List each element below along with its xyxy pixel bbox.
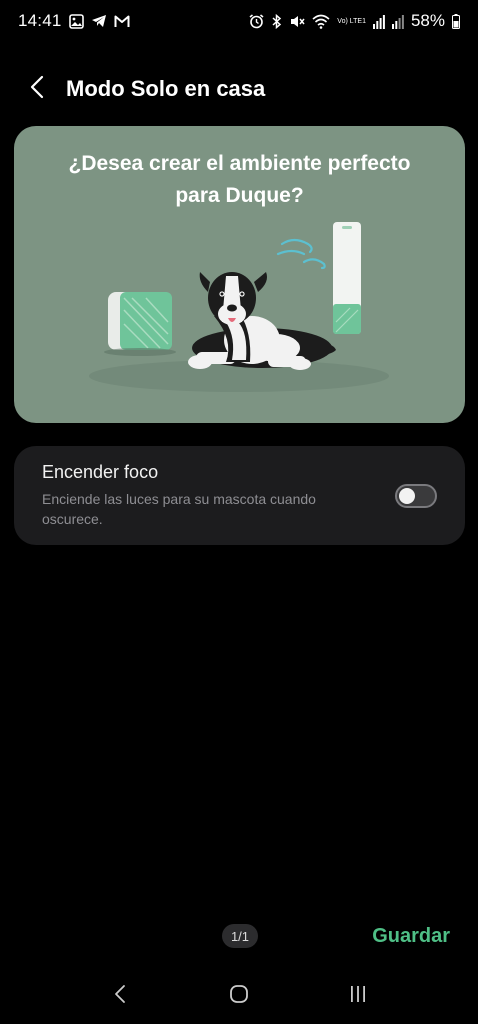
setting-title: Encender foco (42, 462, 159, 482)
signal-icon (372, 14, 385, 29)
hero-card: ¿Desea crear el ambiente perfecto para D… (14, 126, 465, 423)
telegram-icon (91, 14, 107, 28)
airflow-icon (276, 238, 326, 270)
save-button[interactable]: Guardar (372, 920, 450, 952)
status-bar: 14:41 Vo) LTE1 58% (0, 0, 478, 42)
gmail-icon (114, 15, 130, 28)
system-nav-bar (0, 968, 478, 1024)
alarm-icon (249, 13, 264, 29)
setting-card-light[interactable]: Encender foco Enciende las luces para su… (14, 446, 465, 545)
battery-percent: 58% (410, 11, 445, 30)
screen: 14:41 Vo) LTE1 58% Modo Solo en casa ¿De… (0, 0, 478, 1024)
lte-label: Vo) LTE1 (337, 17, 366, 25)
status-time: 14:41 (18, 11, 62, 30)
light-toggle-switch[interactable] (395, 483, 437, 508)
nav-recents-button[interactable] (334, 972, 382, 1020)
hero-illustration (89, 222, 389, 392)
nav-home-button[interactable] (215, 972, 263, 1020)
signal-icon (391, 14, 404, 29)
battery-icon (452, 13, 460, 29)
app-header: Modo Solo en casa (0, 66, 478, 112)
recents-nav-icon (348, 984, 368, 1009)
bluetooth-icon (271, 13, 282, 29)
dog-illustration (188, 272, 336, 370)
toggle-knob (399, 487, 415, 504)
wifi-icon (312, 14, 330, 29)
smart-device-box-icon (104, 292, 176, 356)
gallery-icon (68, 13, 84, 29)
status-bar-left: 14:41 (18, 11, 130, 31)
home-nav-icon (229, 984, 249, 1009)
nav-back-button[interactable] (96, 972, 144, 1020)
back-nav-icon (114, 984, 126, 1009)
chevron-left-icon (30, 75, 44, 104)
status-bar-right: Vo) LTE1 58% (249, 11, 460, 31)
setting-texts: Encender foco Enciende las luces para su… (42, 462, 383, 529)
back-button[interactable] (14, 66, 60, 112)
page-title: Modo Solo en casa (66, 76, 266, 101)
smart-device-tower-icon (333, 222, 361, 334)
page-indicator: 1/1 (222, 924, 258, 948)
setting-subtitle: Enciende las luces para su mascota cuand… (42, 491, 316, 527)
mute-icon (289, 14, 305, 29)
